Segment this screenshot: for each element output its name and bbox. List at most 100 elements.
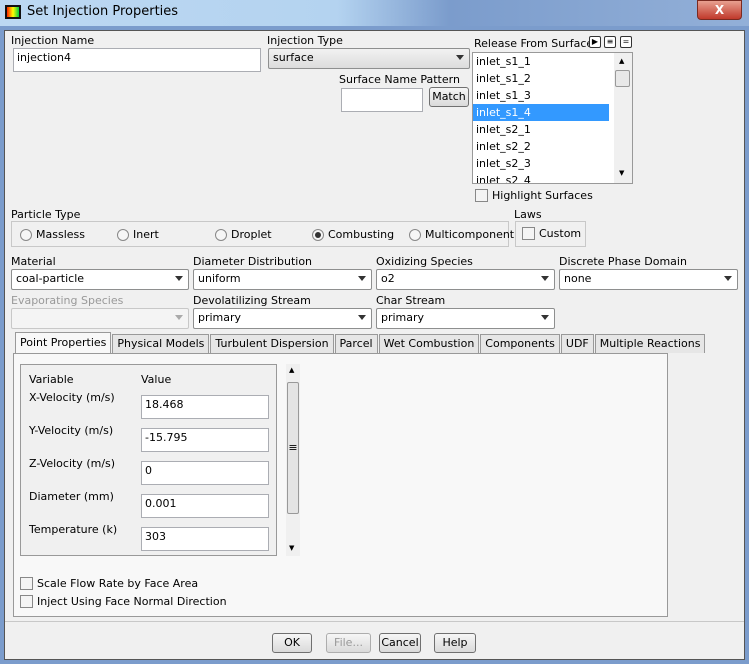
custom-laws-checkbox[interactable]: Custom — [522, 227, 581, 240]
devolatilizing-stream-label: Devolatilizing Stream — [193, 294, 311, 307]
tab-parcel[interactable]: Parcel — [334, 334, 378, 353]
scale-flow-label: Scale Flow Rate by Face Area — [37, 577, 199, 590]
radio-label: Massless — [36, 228, 85, 241]
scroll-thumb[interactable]: ≡ — [287, 382, 299, 514]
laws-group: Custom — [515, 221, 586, 247]
radio-massless[interactable]: Massless — [20, 228, 85, 241]
list-icon[interactable]: ≡ — [604, 36, 616, 48]
title-bar: Set Injection Properties X — [0, 0, 749, 26]
highlight-surfaces-checkbox[interactable]: Highlight Surfaces — [475, 189, 593, 202]
radio-circle — [117, 228, 129, 241]
match-button[interactable]: Match — [429, 87, 469, 107]
radio-combusting[interactable]: Combusting — [312, 228, 394, 241]
list-item[interactable]: inlet_s1_1 — [473, 53, 609, 70]
tab-multiple-reactions[interactable]: Multiple Reactions — [594, 334, 706, 353]
char-stream-select[interactable]: primary — [376, 308, 555, 329]
oxidizing-species-label: Oxidizing Species — [376, 255, 473, 268]
scroll-thumb[interactable] — [615, 70, 630, 87]
injection-type-value: surface — [273, 51, 314, 64]
list-scrollbar[interactable]: ▲ ▼ — [614, 53, 632, 183]
injection-name-input[interactable]: injection4 — [13, 48, 261, 72]
variable-label: X-Velocity (m/s) — [29, 391, 115, 404]
chevron-down-icon — [358, 276, 366, 281]
radio-inert[interactable]: Inert — [117, 228, 159, 241]
diameter-distribution-select[interactable]: uniform — [193, 269, 372, 290]
tab-wet-combustion[interactable]: Wet Combustion — [378, 334, 480, 353]
file-button: File... — [326, 633, 371, 653]
custom-label: Custom — [539, 227, 582, 240]
list-item[interactable]: inlet_s2_3 — [473, 155, 609, 172]
scroll-up-icon[interactable]: ▲ — [289, 366, 294, 374]
radio-circle — [312, 228, 324, 241]
radio-droplet[interactable]: Droplet — [215, 228, 272, 241]
variable-label: Z-Velocity (m/s) — [29, 457, 116, 470]
divider — [5, 621, 744, 622]
checkbox-box — [522, 227, 535, 240]
radio-multicomponent[interactable]: Multicomponent — [409, 228, 514, 241]
list-item[interactable]: inlet_s2_1 — [473, 121, 609, 138]
char-stream-label: Char Stream — [376, 294, 446, 307]
variable-value-input[interactable]: 0.001 — [141, 494, 269, 518]
variable-value-input[interactable]: 303 — [141, 527, 269, 551]
cancel-button[interactable]: Cancel — [379, 633, 421, 653]
oxidizing-species-select[interactable]: o2 — [376, 269, 555, 290]
variable-label: Y-Velocity (m/s) — [29, 424, 114, 437]
discrete-phase-domain-select[interactable]: none — [559, 269, 738, 290]
release-label: Release From Surfaces — [474, 37, 599, 50]
chevron-down-icon — [175, 315, 183, 320]
release-surfaces-list[interactable]: inlet_s1_1 inlet_s1_2 inlet_s1_3 inlet_s1_4… — [472, 52, 633, 184]
properties-scrollbar[interactable]: ▲ ≡ ▼ — [286, 364, 300, 556]
close-button[interactable]: X — [697, 0, 742, 20]
tab-turbulent-dispersion[interactable]: Turbulent Dispersion — [210, 334, 334, 353]
value-header: Value — [141, 373, 172, 386]
face-normal-checkbox[interactable]: Inject Using Face Normal Direction — [20, 595, 227, 608]
devolatilizing-stream-select[interactable]: primary — [193, 308, 372, 329]
list-item[interactable]: inlet_s2_2 — [473, 138, 609, 155]
variable-value-input[interactable]: 18.468 — [141, 395, 269, 419]
deselect-all-icon[interactable]: = — [620, 36, 632, 48]
radio-label: Inert — [133, 228, 159, 241]
list-item[interactable]: inlet_s1_2 — [473, 70, 609, 87]
scroll-down-icon[interactable]: ▼ — [619, 169, 624, 177]
char-stream-value: primary — [381, 311, 425, 324]
chevron-down-icon — [541, 315, 549, 320]
variable-header: Variable — [29, 373, 74, 386]
injection-type-select[interactable]: surface — [268, 48, 470, 69]
chevron-down-icon — [358, 315, 366, 320]
window-title: Set Injection Properties — [27, 4, 179, 19]
variable-value-input[interactable]: 0 — [141, 461, 269, 485]
chevron-down-icon — [724, 276, 732, 281]
surface-pattern-label: Surface Name Pattern — [339, 73, 460, 86]
chevron-down-icon — [456, 55, 464, 60]
material-select[interactable]: coal-particle — [11, 269, 189, 290]
list-item[interactable]: inlet_s1_4 — [473, 104, 609, 121]
discrete-phase-domain-value: none — [564, 272, 592, 285]
scale-flow-checkbox[interactable]: Scale Flow Rate by Face Area — [20, 577, 198, 590]
radio-label: Droplet — [231, 228, 272, 241]
scroll-down-icon[interactable]: ▼ — [289, 544, 294, 552]
list-item[interactable]: inlet_s1_3 — [473, 87, 609, 104]
tab-udf[interactable]: UDF — [560, 334, 594, 353]
ok-button[interactable]: OK — [272, 633, 312, 653]
material-label: Material — [11, 255, 56, 268]
devolatilizing-stream-value: primary — [198, 311, 242, 324]
dialog-body: Injection Name injection4 Injection Type… — [4, 30, 745, 660]
diameter-distribution-label: Diameter Distribution — [193, 255, 313, 268]
particle-type-group: Massless Inert Droplet Combusting Multicompo… — [11, 221, 514, 247]
tab-point-properties[interactable]: Point Properties — [15, 332, 112, 353]
injection-name-label: Injection Name — [11, 34, 95, 47]
chevron-down-icon — [541, 276, 549, 281]
scroll-up-icon[interactable]: ▲ — [619, 57, 624, 65]
radio-label: Combusting — [328, 228, 395, 241]
surface-pattern-input[interactable] — [341, 88, 423, 112]
list-item[interactable]: inlet_s2_4 — [473, 172, 609, 183]
tab-components[interactable]: Components — [480, 334, 560, 353]
tab-panel: Variable Value X-Velocity (m/s) 18.468 Y-V… — [13, 353, 668, 617]
tab-physical-models[interactable]: Physical Models — [112, 334, 210, 353]
laws-label: Laws — [514, 208, 542, 221]
select-all-icon[interactable]: ▶ — [589, 36, 601, 48]
help-button[interactable]: Help — [434, 633, 476, 653]
oxidizing-species-value: o2 — [381, 272, 395, 285]
evaporating-species-label: Evaporating Species — [11, 294, 124, 307]
variable-value-input[interactable]: -15.795 — [141, 428, 269, 452]
